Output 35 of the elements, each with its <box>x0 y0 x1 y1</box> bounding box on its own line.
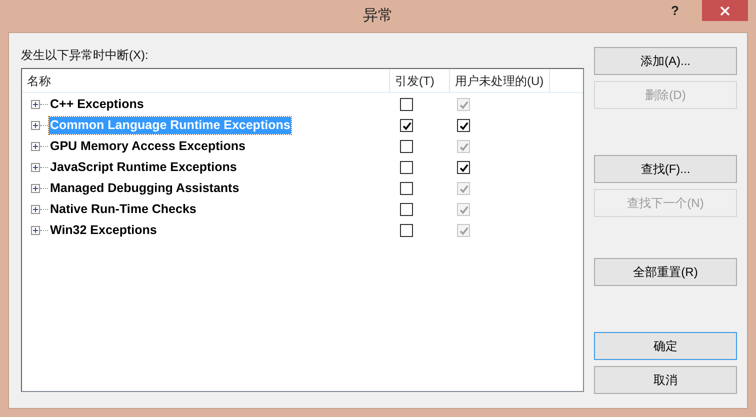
checkbox[interactable] <box>400 98 413 111</box>
close-button[interactable] <box>702 0 748 21</box>
dialog-button[interactable]: 确定 <box>594 332 737 360</box>
exception-name[interactable]: Managed Debugging Assistants <box>49 180 240 197</box>
checkbox[interactable] <box>400 140 413 153</box>
exception-name[interactable]: JavaScript Runtime Exceptions <box>49 159 238 176</box>
window-title: 异常 <box>363 6 393 26</box>
column-header[interactable]: 用户未处理的(U) <box>450 69 550 92</box>
checkbox[interactable] <box>400 203 413 216</box>
close-icon <box>720 6 730 16</box>
expand-icon[interactable] <box>31 121 40 130</box>
expand-icon[interactable] <box>31 163 40 172</box>
checkbox[interactable] <box>400 224 413 237</box>
expand-icon[interactable] <box>31 205 40 214</box>
dialog-button[interactable]: 取消 <box>594 366 737 394</box>
exception-name[interactable]: GPU Memory Access Exceptions <box>49 138 246 155</box>
column-header[interactable]: 名称 <box>22 69 390 92</box>
expand-icon[interactable] <box>31 184 40 193</box>
checkbox[interactable] <box>400 161 413 174</box>
help-button[interactable]: ? <box>662 0 688 21</box>
expand-icon[interactable] <box>31 100 40 109</box>
exception-name[interactable]: Native Run-Time Checks <box>49 201 198 218</box>
expand-icon[interactable] <box>31 142 40 151</box>
expand-icon[interactable] <box>31 226 40 235</box>
list-label: 发生以下异常时中断(X): <box>21 47 150 64</box>
checkbox[interactable] <box>400 119 413 132</box>
column-header[interactable]: 引发(T) <box>390 69 450 92</box>
dialog-button[interactable]: 全部重置(R) <box>594 258 737 286</box>
dialog-button[interactable]: 添加(A)... <box>594 47 737 75</box>
checkbox[interactable] <box>400 182 413 195</box>
exception-name[interactable]: Win32 Exceptions <box>49 222 158 239</box>
checkbox[interactable] <box>457 161 470 174</box>
dialog-button[interactable]: 查找(F)... <box>594 155 737 183</box>
exception-name[interactable]: C++ Exceptions <box>49 96 145 113</box>
checkbox[interactable] <box>457 119 470 132</box>
